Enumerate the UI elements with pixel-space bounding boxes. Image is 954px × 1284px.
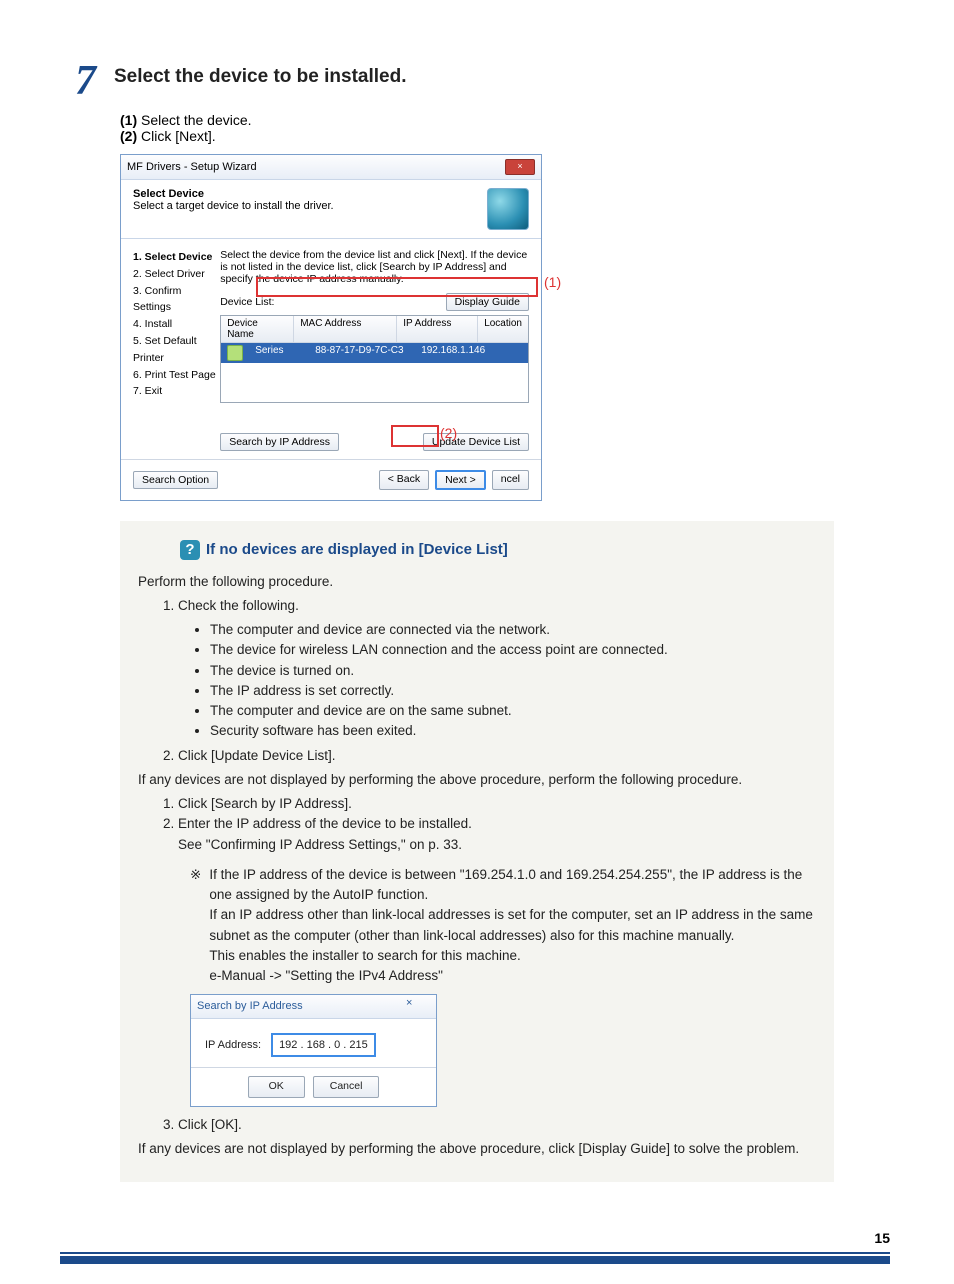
asterisk-text-1: If the IP address of the device is betwe… — [209, 865, 816, 906]
next-button[interactable]: Next > — [435, 470, 486, 490]
ok-button[interactable]: OK — [248, 1076, 305, 1098]
note-intro: Perform the following procedure. — [138, 572, 816, 592]
asterisk-text-3: This enables the installer to search for… — [209, 946, 816, 966]
wizard-title: MF Drivers - Setup Wizard — [127, 161, 257, 173]
footer-line-thick — [60, 1256, 890, 1264]
bullet: The IP address is set correctly. — [210, 681, 816, 701]
page-number: 15 — [60, 1230, 890, 1246]
device-list-label: Device List: — [220, 296, 274, 308]
close-icon[interactable]: × — [505, 159, 535, 175]
substep-1: (1) Select the device. — [120, 112, 894, 128]
ip-dialog-title: Search by IP Address — [197, 998, 303, 1015]
note-p3: If any devices are not displayed by perf… — [138, 1139, 816, 1159]
asterisk-icon: ※ — [190, 865, 201, 987]
step-number: 7 — [60, 60, 96, 102]
ip-label: IP Address: — [205, 1037, 261, 1054]
callout-1: (1) — [544, 274, 561, 290]
note-title: If no devices are displayed in [Device L… — [206, 539, 508, 562]
cancel-button[interactable]: ncel — [492, 470, 529, 490]
note-ol2-2: Enter the IP address of the device to be… — [178, 814, 816, 855]
callout-2: (2) — [440, 425, 457, 441]
note-li-1: Check the following. — [178, 596, 816, 616]
device-icon — [227, 345, 243, 361]
bullet: The device is turned on. — [210, 661, 816, 681]
ip-dialog: Search by IP Address × IP Address: 192 .… — [190, 994, 437, 1107]
back-button[interactable]: < Back — [379, 470, 429, 490]
note-ol2-3: Click [OK]. — [178, 1115, 816, 1135]
ip-address-input[interactable]: 192 . 168 . 0 . 215 — [271, 1033, 376, 1058]
wizard-header-sub: Select a target device to install the dr… — [133, 200, 334, 212]
search-option-button[interactable]: Search Option — [133, 471, 218, 489]
note-li-2: Click [Update Device List]. — [178, 746, 816, 766]
cancel-button[interactable]: Cancel — [313, 1076, 380, 1098]
bullet: The computer and device are on the same … — [210, 701, 816, 721]
device-row[interactable]: Series 88-87-17-D9-7C-C3 192.168.1.146 — [221, 343, 528, 363]
wizard-header-title: Select Device — [133, 188, 334, 200]
help-icon: ? — [180, 540, 200, 560]
wizard-dialog: MF Drivers - Setup Wizard × Select Devic… — [120, 154, 542, 501]
wizard-logo-icon — [487, 188, 529, 230]
note-box: ? If no devices are displayed in [Device… — [120, 521, 834, 1182]
search-by-ip-button[interactable]: Search by IP Address — [220, 433, 339, 451]
footer-line-thin — [60, 1252, 890, 1254]
wizard-desc: Select the device from the device list a… — [220, 249, 529, 285]
step-title: Select the device to be installed. — [114, 66, 407, 88]
wizard-steps-list: 1. Select Device 2. Select Driver 3. Con… — [133, 249, 220, 451]
bullet: The computer and device are connected vi… — [210, 620, 816, 640]
asterisk-text-4: e-Manual -> "Setting the IPv4 Address" — [209, 966, 816, 986]
close-icon[interactable]: × — [406, 998, 430, 1010]
device-list[interactable]: Device Name MAC Address IP Address Locat… — [220, 315, 529, 403]
bullet: Security software has been exited. — [210, 721, 816, 741]
display-guide-button[interactable]: Display Guide — [446, 293, 529, 311]
note-p2: If any devices are not displayed by perf… — [138, 770, 816, 790]
asterisk-text-2: If an IP address other than link-local a… — [209, 905, 816, 946]
bullet: The device for wireless LAN connection a… — [210, 640, 816, 660]
update-device-list-button[interactable]: Update Device List — [423, 433, 529, 451]
substep-2: (2) Click [Next]. — [120, 128, 894, 144]
note-ol2-1: Click [Search by IP Address]. — [178, 794, 816, 814]
